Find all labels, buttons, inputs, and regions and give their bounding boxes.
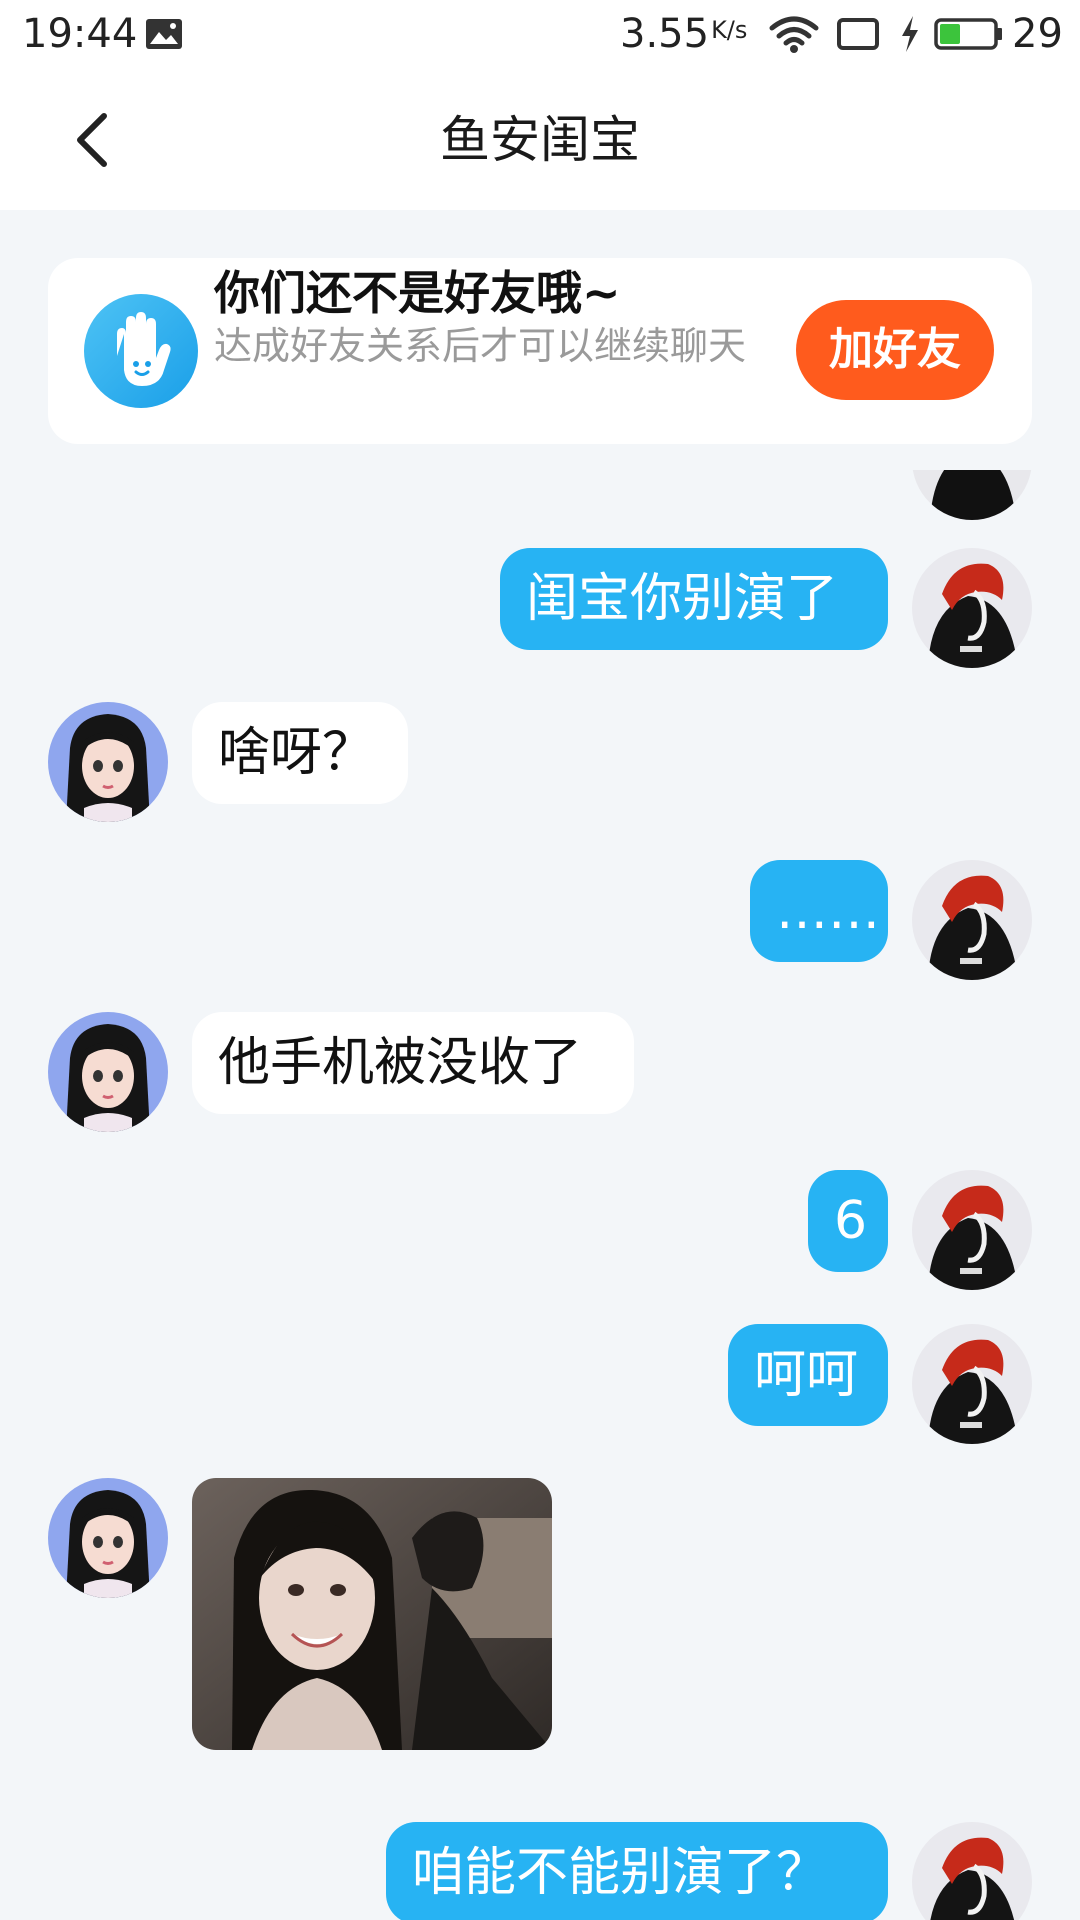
contact-avatar[interactable] <box>48 1478 168 1598</box>
add-friend-button[interactable]: 加好友 <box>796 300 994 400</box>
network-speed: 3.55K/s <box>620 11 748 57</box>
my-avatar[interactable] <box>912 1822 1032 1920</box>
screen-cast-icon <box>837 18 879 50</box>
image-message[interactable] <box>192 1478 552 1750</box>
message-bubble-outgoing[interactable]: 闺宝你别演了 <box>500 548 888 650</box>
card-subtitle: 达成好友关系后才可以继续聊天 <box>214 324 747 368</box>
message-bubble-outgoing[interactable]: 咱能不能别演了？ <box>386 1822 888 1920</box>
my-avatar[interactable] <box>912 548 1032 668</box>
message-bubble-outgoing[interactable]: 6 <box>808 1170 888 1272</box>
page-title: 鱼安闺宝 <box>440 111 640 169</box>
my-avatar[interactable] <box>912 860 1032 980</box>
not-friends-card: 你们还不是好友哦~ 达成好友关系后才可以继续聊天 加好友 <box>48 258 1032 444</box>
message-bubble-incoming[interactable]: 他手机被没收了 <box>192 1012 634 1114</box>
my-avatar[interactable] <box>912 1324 1032 1444</box>
contact-avatar[interactable] <box>48 1012 168 1132</box>
chat-header: 鱼安闺宝 <box>0 70 1080 210</box>
contact-avatar[interactable] <box>48 702 168 822</box>
battery-level: 29 <box>1012 11 1063 57</box>
message-bubble-incoming[interactable]: 啥呀？ <box>192 702 408 804</box>
status-bar: 19:44 3.55K/s 29 <box>0 0 1080 70</box>
my-avatar[interactable] <box>912 1170 1032 1290</box>
chat-message-list[interactable]: 闺宝你别演了 啥呀？ …… 他手机被没收了 6 呵呵 咱能不能别演了？ <box>0 470 1080 1920</box>
status-time: 19:44 <box>22 11 138 57</box>
wifi-icon <box>769 16 819 53</box>
message-bubble-outgoing[interactable]: …… <box>750 860 888 962</box>
network-speed-unit: K/s <box>711 16 748 44</box>
charging-icon <box>902 16 918 52</box>
battery-icon <box>934 18 1002 50</box>
message-bubble-outgoing[interactable]: 呵呵 <box>728 1324 888 1426</box>
gallery-notification-icon <box>146 19 182 49</box>
wave-hand-icon <box>84 294 198 408</box>
my-avatar-partial <box>912 470 1032 520</box>
